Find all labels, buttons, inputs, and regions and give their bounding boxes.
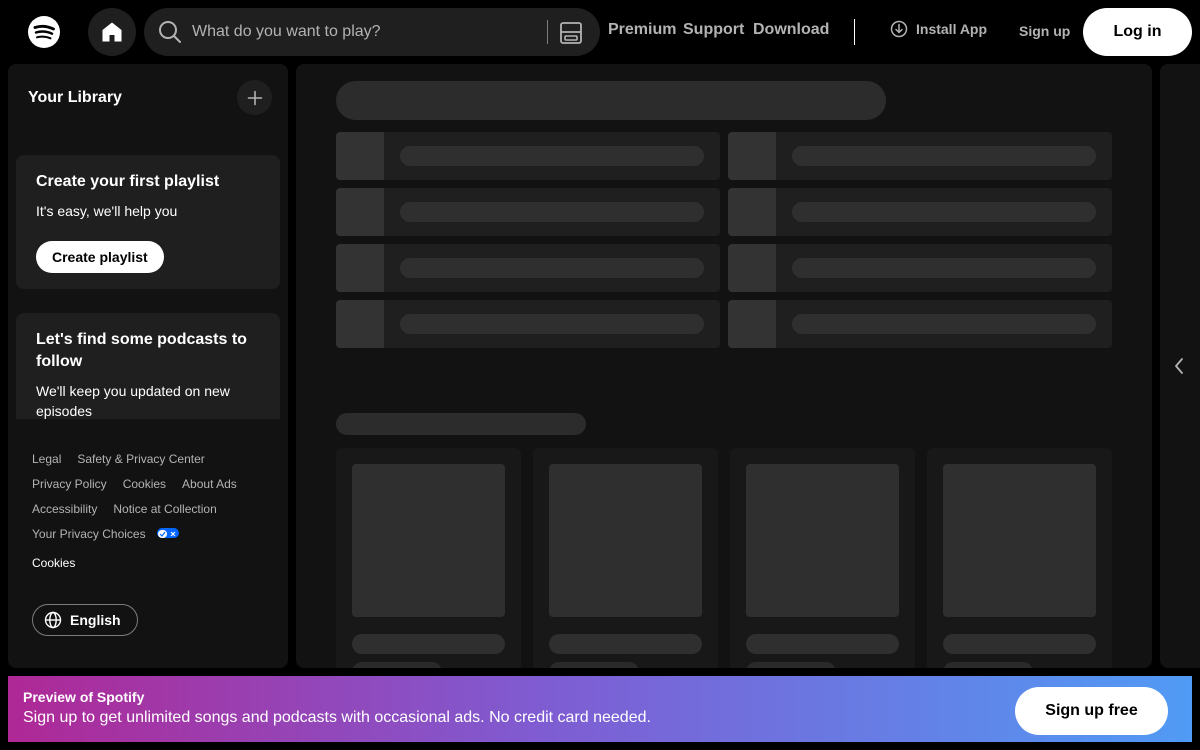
skeleton-tile <box>336 188 720 236</box>
chevron-left-icon[interactable] <box>1172 357 1186 375</box>
skeleton-card <box>730 448 915 668</box>
signup-banner[interactable]: Preview of Spotify Sign up to get unlimi… <box>8 676 1192 742</box>
search-divider <box>547 20 548 44</box>
privacy-choices-link[interactable]: Your Privacy Choices <box>32 527 179 541</box>
header-separator <box>854 19 855 45</box>
library-title[interactable]: Your Library <box>28 89 122 107</box>
create-playlist-button[interactable]: Create playlist <box>36 241 164 273</box>
library-panel: Your Library Create your first playlist … <box>8 64 288 668</box>
nav-link-support[interactable]: Support <box>683 21 744 39</box>
skeleton-tile <box>728 244 1112 292</box>
log-in-button[interactable]: Log in <box>1083 8 1192 56</box>
top-bar: Premium Support Download Install App Sig… <box>0 0 1200 64</box>
create-playlist-plus-button[interactable] <box>237 80 272 115</box>
card-text: We'll keep you updated on new episodes <box>36 383 230 419</box>
install-app-link[interactable]: Install App <box>890 20 987 38</box>
nav-link-premium[interactable]: Premium <box>608 21 676 39</box>
install-app-label: Install App <box>916 21 988 37</box>
spotify-logo-icon[interactable] <box>27 15 61 49</box>
browse-icon[interactable] <box>558 20 584 46</box>
accessibility-link[interactable]: Accessibility <box>32 502 97 516</box>
card-title: Create your first playlist <box>36 173 220 190</box>
skeleton-section-title <box>336 413 586 435</box>
legal-links-row: Legal Safety & Privacy Center <box>32 452 272 477</box>
skeleton-tile <box>336 244 720 292</box>
language-button[interactable]: English <box>32 604 138 636</box>
skeleton-heading <box>336 81 886 120</box>
notice-at-collection-link[interactable]: Notice at Collection <box>113 502 216 516</box>
skeleton-card <box>927 448 1112 668</box>
sign-up-link[interactable]: Sign up <box>1019 23 1070 39</box>
legal-links-row: Your Privacy Choices <box>32 527 272 552</box>
cookies-settings-link[interactable]: Cookies <box>32 556 75 570</box>
banner-title: Preview of Spotify <box>23 689 145 705</box>
legal-link[interactable]: Legal <box>32 452 61 466</box>
search-bar <box>144 8 600 56</box>
legal-links-row: Privacy Policy Cookies About Ads <box>32 477 272 502</box>
skeleton-tile <box>728 188 1112 236</box>
skeleton-tile <box>336 132 720 180</box>
about-ads-link[interactable]: About Ads <box>182 477 237 491</box>
nav-link-download[interactable]: Download <box>753 21 829 39</box>
globe-icon <box>44 611 62 629</box>
skeleton-tile <box>728 132 1112 180</box>
language-label: English <box>70 612 121 628</box>
skeleton-tile <box>728 300 1112 348</box>
main-content <box>296 64 1152 668</box>
card-title: Let's find some podcasts to follow <box>36 331 247 370</box>
skeleton-card <box>533 448 718 668</box>
legal-links-row: Accessibility Notice at Collection <box>32 502 272 527</box>
safety-privacy-center-link[interactable]: Safety & Privacy Center <box>77 452 204 466</box>
podcasts-card: Let's find some podcasts to follow We'll… <box>16 313 280 419</box>
sign-up-free-button[interactable]: Sign up free <box>1015 687 1168 735</box>
skeleton-tile <box>336 300 720 348</box>
download-circle-icon <box>890 20 908 38</box>
banner-text: Sign up to get unlimited songs and podca… <box>23 709 651 726</box>
home-button[interactable] <box>88 8 136 56</box>
legal-links: Legal Safety & Privacy Center Privacy Po… <box>32 452 272 552</box>
search-icon[interactable] <box>157 19 183 45</box>
plus-icon <box>247 90 262 105</box>
card-text: It's easy, we'll help you <box>36 203 178 219</box>
now-playing-panel-collapsed <box>1160 64 1200 668</box>
privacy-choices-label: Your Privacy Choices <box>32 527 146 541</box>
privacy-policy-link[interactable]: Privacy Policy <box>32 477 107 491</box>
home-icon <box>102 22 122 42</box>
cookies-policy-link[interactable]: Cookies <box>123 477 166 491</box>
skeleton-card <box>336 448 521 668</box>
privacy-choices-badge-icon <box>156 528 179 538</box>
search-input[interactable] <box>192 8 532 56</box>
create-playlist-card: Create your first playlist It's easy, we… <box>16 155 280 289</box>
